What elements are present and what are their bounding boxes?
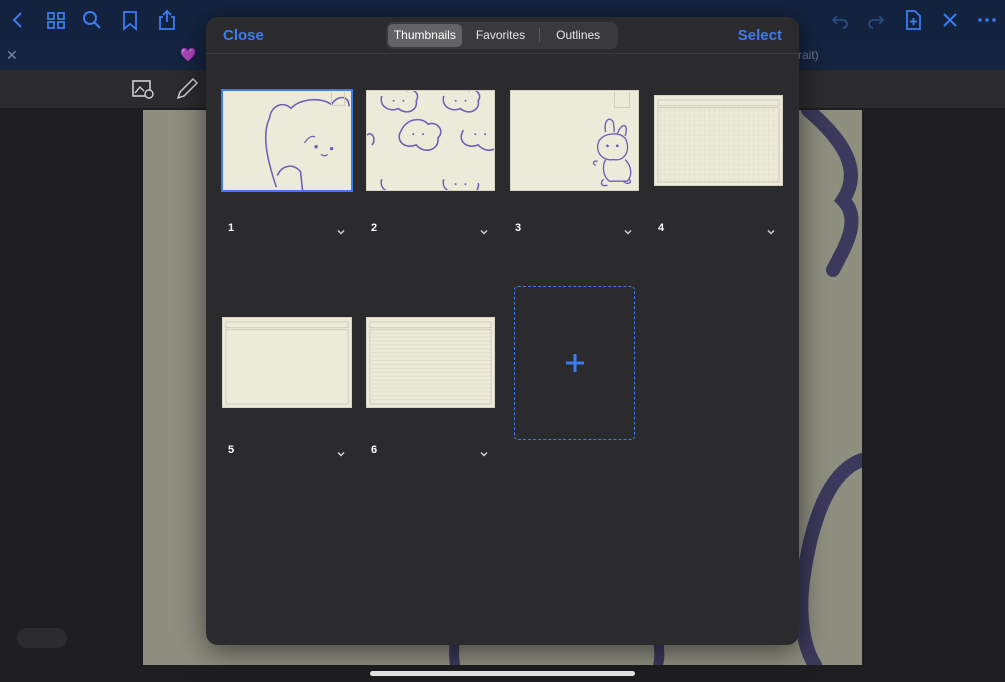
more-icon[interactable] [975, 8, 999, 32]
plus-icon [564, 352, 586, 374]
modal-header: Close Thumbnails Favorites Outlines Sele… [206, 17, 799, 54]
close-icon[interactable] [938, 8, 962, 32]
clouds-pattern-icon [367, 91, 494, 190]
tab-outlines[interactable]: Outlines [540, 24, 616, 47]
blank-paper-icon [225, 321, 349, 405]
add-page-button[interactable] [514, 286, 635, 440]
chevron-down-icon[interactable] [623, 224, 633, 235]
thumbnail-label-4: 4 [658, 222, 665, 234]
redo-icon[interactable] [864, 8, 888, 32]
chevron-down-icon[interactable] [336, 446, 346, 457]
lined-paper-icon [369, 321, 492, 405]
thumbnail-label-3: 3 [515, 222, 522, 234]
thumbnail-label-6: 6 [371, 444, 378, 456]
grid-paper-icon [657, 99, 780, 183]
back-icon[interactable] [6, 8, 30, 32]
chevron-down-icon[interactable] [336, 224, 346, 235]
page-navigator-modal: Close Thumbnails Favorites Outlines Sele… [206, 17, 799, 645]
page-thumbnail-4[interactable] [654, 95, 783, 186]
pen-icon[interactable] [174, 77, 200, 101]
thumbnail-label-2: 2 [371, 222, 378, 234]
chevron-down-icon[interactable] [479, 446, 489, 457]
image-zoom-icon[interactable] [130, 77, 156, 101]
bookmark-ribbon-icon[interactable] [614, 92, 630, 108]
chevron-down-icon[interactable] [479, 224, 489, 235]
tab-favorites[interactable]: Favorites [462, 24, 540, 47]
bookmark-icon[interactable] [118, 8, 142, 32]
grid-icon[interactable] [44, 8, 68, 32]
undo-icon[interactable] [828, 8, 852, 32]
page-thumbnail-1[interactable] [221, 89, 353, 192]
page-thumbnail-2[interactable] [366, 90, 495, 191]
tab-title[interactable]: 💜 [180, 47, 196, 63]
page-thumbnail-3[interactable] [510, 90, 639, 191]
home-indicator[interactable] [370, 671, 635, 676]
select-button[interactable]: Select [738, 27, 782, 44]
app-root: ✕ 💜 rait) Close Thumbnails Favorites Out… [0, 0, 1005, 682]
share-icon[interactable] [155, 8, 179, 32]
tab-right-text: rait) [798, 48, 819, 62]
page-thumbnail-5[interactable] [222, 317, 352, 408]
bookmark-ribbon-icon[interactable] [331, 92, 345, 106]
chevron-down-icon[interactable] [766, 224, 776, 235]
view-segmented-control: Thumbnails Favorites Outlines [386, 22, 618, 49]
close-button[interactable]: Close [223, 27, 264, 44]
tab-thumbnails[interactable]: Thumbnails [388, 24, 462, 47]
tab-close-icon[interactable]: ✕ [6, 47, 18, 64]
thumbnail-label-5: 5 [228, 444, 235, 456]
thumbnail-label-1: 1 [228, 222, 235, 234]
add-page-icon[interactable] [901, 8, 925, 32]
page-scrubber[interactable] [17, 628, 67, 648]
page-thumbnail-6[interactable] [366, 317, 495, 408]
search-icon[interactable] [80, 8, 104, 32]
